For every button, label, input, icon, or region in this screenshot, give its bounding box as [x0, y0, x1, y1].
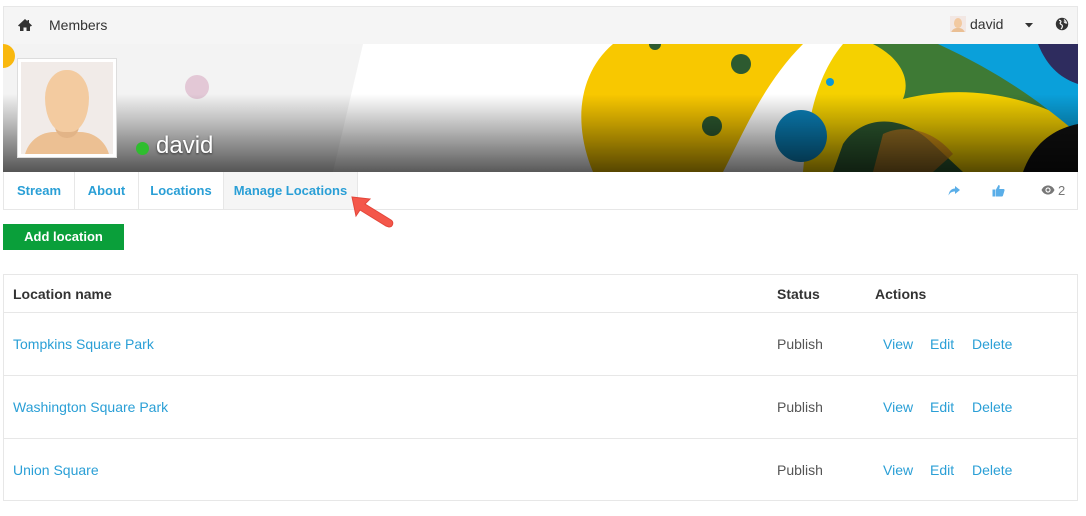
table-header-row: Location name Status Actions: [4, 275, 1077, 313]
user-avatar-icon: [950, 16, 966, 32]
thumbs-up-icon[interactable]: [992, 184, 1005, 202]
user-menu[interactable]: david: [950, 16, 1003, 32]
table-row: Union Square Publish View Edit Delete: [4, 439, 1077, 501]
edit-link[interactable]: Edit: [930, 336, 954, 352]
column-header-location-name: Location name: [13, 286, 112, 302]
user-name: david: [970, 16, 1004, 32]
home-icon[interactable]: [17, 17, 33, 33]
column-header-actions: Actions: [875, 286, 927, 302]
location-name-link[interactable]: Union Square: [13, 462, 99, 478]
view-link[interactable]: View: [883, 336, 913, 352]
location-status: Publish: [777, 336, 823, 352]
profile-name: david: [156, 132, 214, 159]
location-status: Publish: [777, 462, 823, 478]
delete-link[interactable]: Delete: [972, 399, 1012, 415]
table-row: Washington Square Park Publish View Edit…: [4, 376, 1077, 439]
delete-link[interactable]: Delete: [972, 462, 1012, 478]
location-status: Publish: [777, 399, 823, 415]
edit-link[interactable]: Edit: [930, 399, 954, 415]
column-header-status: Status: [777, 286, 820, 302]
profile-avatar[interactable]: [17, 58, 117, 158]
globe-icon[interactable]: [1055, 17, 1069, 31]
brand-link[interactable]: Members: [49, 17, 107, 33]
view-link[interactable]: View: [883, 462, 913, 478]
tab-stream[interactable]: Stream: [4, 172, 75, 209]
views-count: 2: [1058, 183, 1066, 198]
edit-link[interactable]: Edit: [930, 462, 954, 478]
online-status-indicator: [136, 142, 149, 155]
profile-tabs: Stream About Locations Manage Locations …: [3, 172, 1078, 210]
tab-about[interactable]: About: [75, 172, 139, 209]
add-location-button[interactable]: Add location: [3, 224, 124, 250]
location-name-link[interactable]: Tompkins Square Park: [13, 336, 154, 352]
annotation-arrow-icon: [351, 196, 394, 228]
top-navbar: Members david: [3, 6, 1078, 44]
delete-link[interactable]: Delete: [972, 336, 1012, 352]
profile-cover: david: [3, 44, 1078, 172]
tab-locations[interactable]: Locations: [139, 172, 224, 209]
eye-icon: [1041, 183, 1055, 198]
tab-manage-locations[interactable]: Manage Locations: [224, 172, 358, 209]
table-row: Tompkins Square Park Publish View Edit D…: [4, 313, 1077, 376]
locations-table: Location name Status Actions Tompkins Sq…: [3, 274, 1078, 501]
view-link[interactable]: View: [883, 399, 913, 415]
share-icon[interactable]: [947, 184, 961, 202]
caret-down-icon[interactable]: [1023, 18, 1035, 30]
location-name-link[interactable]: Washington Square Park: [13, 399, 168, 415]
views-counter: 2: [1041, 183, 1065, 198]
